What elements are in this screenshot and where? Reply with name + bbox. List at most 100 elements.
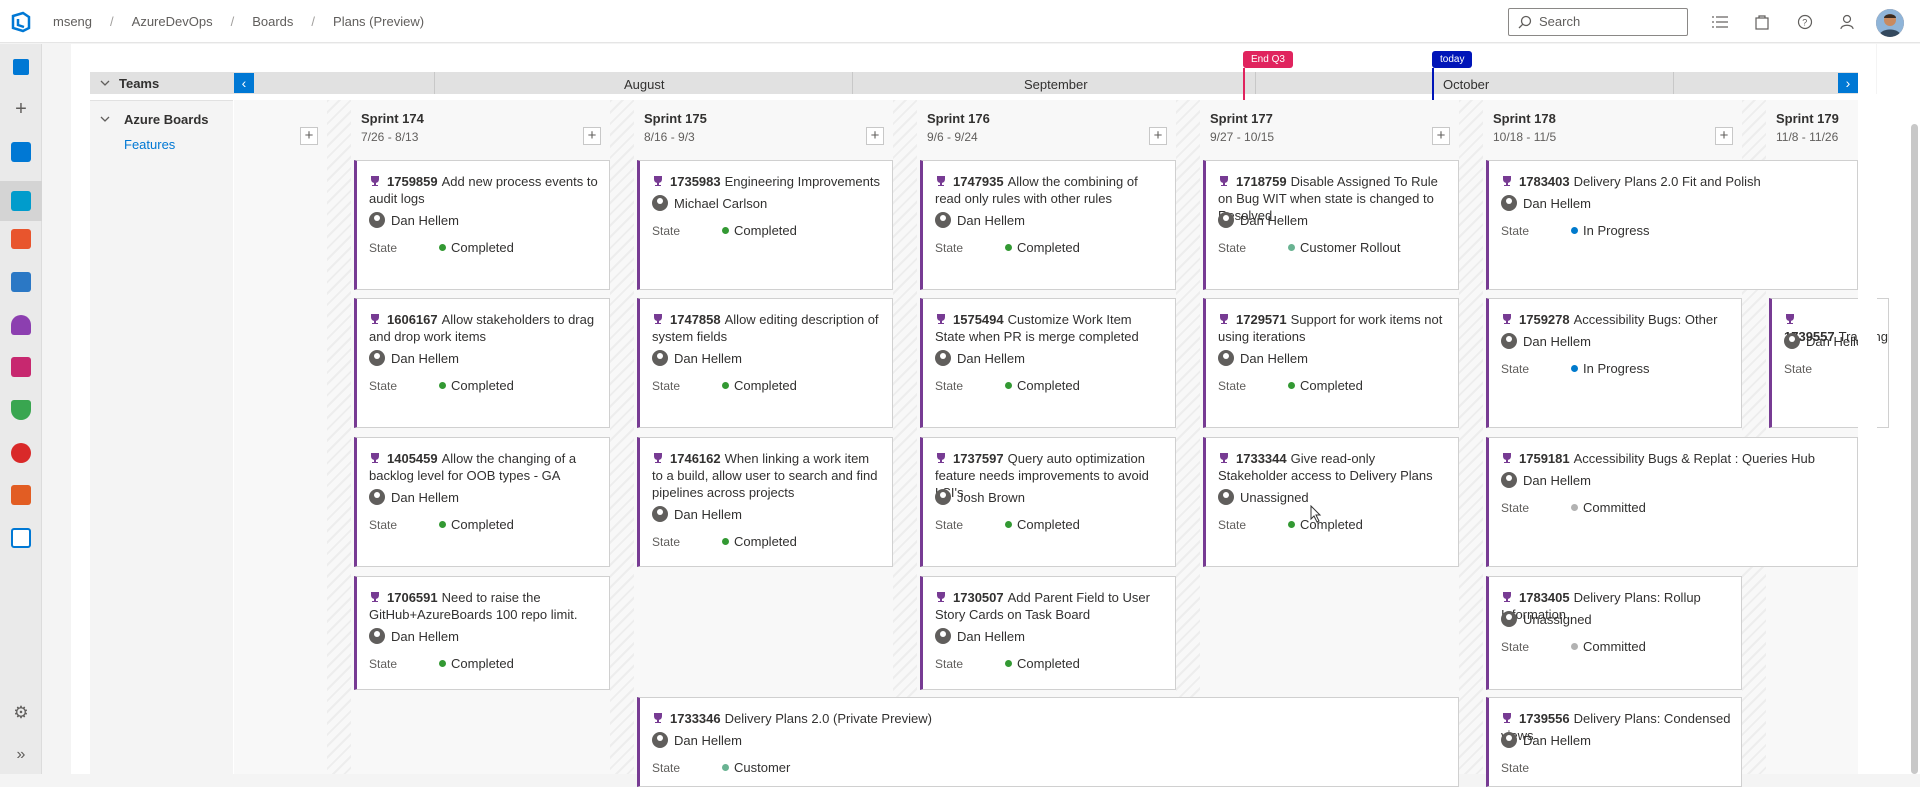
work-item-title[interactable]: 1746162 When linking a work item to a bui… <box>652 450 882 501</box>
work-item-title[interactable]: 1747858 Allow editing description of syst… <box>652 311 882 345</box>
dashboard-icon[interactable] <box>8 139 34 165</box>
release-icon[interactable] <box>8 440 34 466</box>
boards-icon[interactable] <box>0 181 42 221</box>
assignee[interactable]: Dan Hellem <box>1501 472 1591 488</box>
help-icon[interactable]: ? <box>1794 11 1816 33</box>
assignee-name: Dan Hellem <box>674 506 742 522</box>
work-item-card[interactable]: 1606167 Allow stakeholders to drag and dr… <box>354 298 610 428</box>
sprint-header: Sprint 178 10/18 - 11/5 <box>1493 111 1556 144</box>
work-item-title[interactable]: 1735983 Engineering Improvements <box>652 173 882 190</box>
breadcrumb-boards[interactable]: Boards <box>252 14 293 29</box>
work-item-card[interactable]: 1759278 Accessibility Bugs: Other Dan Hell… <box>1486 298 1742 428</box>
work-item-card[interactable]: 1747935 Allow the combining of read only … <box>920 160 1176 290</box>
chevron-down-icon[interactable] <box>100 79 110 87</box>
assignee[interactable]: Dan Hellem <box>1218 350 1308 366</box>
assignee[interactable]: Dan Hellem <box>1501 195 1591 211</box>
state-label: State <box>369 657 398 671</box>
assignee[interactable]: Dan Hellem <box>369 212 459 228</box>
work-item-card[interactable]: 1718759 Disable Assigned To Rule on Bug W… <box>1203 160 1459 290</box>
work-item-card[interactable]: 1759859 Add new process events to audit l… <box>354 160 610 290</box>
analytics-icon[interactable] <box>8 482 34 508</box>
work-item-title[interactable]: 1759181 Accessibility Bugs & Replat : Que… <box>1501 450 1847 467</box>
assignee[interactable]: Josh Brown <box>935 489 1025 505</box>
work-item-card[interactable]: 1747858 Allow editing description of syst… <box>637 298 893 428</box>
assignee[interactable]: Dan Helle <box>1784 333 1863 349</box>
assignee[interactable]: Dan Hellem <box>652 732 742 748</box>
work-item-card[interactable]: 1733344 Give read-only Stakeholder access… <box>1203 437 1459 567</box>
assignee[interactable]: Unassigned <box>1218 489 1309 505</box>
work-item-title[interactable]: 1783403 Delivery Plans 2.0 Fit and Polish <box>1501 173 1847 190</box>
shopping-bag-icon[interactable] <box>1751 11 1773 33</box>
add-item-button[interactable]: + <box>1149 127 1167 145</box>
assignee[interactable]: Dan Hellem <box>369 350 459 366</box>
artifacts-icon[interactable] <box>8 354 34 380</box>
add-item-button[interactable]: + <box>300 127 318 145</box>
list-icon[interactable] <box>1709 11 1731 33</box>
search-input[interactable]: Search <box>1508 8 1688 36</box>
user-settings-icon[interactable] <box>1837 11 1859 33</box>
work-item-title[interactable]: 1759278 Accessibility Bugs: Other <box>1501 311 1731 328</box>
add-item-button[interactable]: + <box>583 127 601 145</box>
work-item-title[interactable]: 1575494 Customize Work Item State when PR… <box>935 311 1165 345</box>
work-item-title[interactable]: 1706591 Need to raise the GitHub+AzureBoa… <box>369 589 599 623</box>
state-label: State <box>1218 518 1247 532</box>
work-item-card[interactable]: 1783405 Delivery Plans: Rollup Informatio… <box>1486 576 1742 690</box>
security-icon[interactable] <box>8 397 34 423</box>
breadcrumb-project[interactable]: AzureDevOps <box>132 14 213 29</box>
person-icon <box>935 350 951 366</box>
work-item-title[interactable]: 1729571 Support for work items not using … <box>1218 311 1448 345</box>
pipelines-icon[interactable] <box>8 269 34 295</box>
repos-icon[interactable] <box>8 226 34 252</box>
assignee[interactable]: Dan Hellem <box>652 350 742 366</box>
work-item-title[interactable]: 1405459 Allow the changing of a backlog l… <box>369 450 599 484</box>
assignee[interactable]: Michael Carlson <box>652 195 767 211</box>
assignee[interactable]: Dan Hellem <box>1218 212 1308 228</box>
breadcrumb-plans[interactable]: Plans (Preview) <box>333 14 424 29</box>
work-item-title[interactable]: 1733346 Delivery Plans 2.0 (Private Previ… <box>652 710 1448 727</box>
chevron-down-icon[interactable] <box>100 115 110 123</box>
work-item-card[interactable]: 1746162 When linking a work item to a bui… <box>637 437 893 567</box>
sprint-gutter <box>1176 100 1200 774</box>
assignee[interactable]: Dan Hellem <box>935 350 1025 366</box>
work-item-title[interactable]: 1733344 Give read-only Stakeholder access… <box>1218 450 1448 484</box>
work-item-card[interactable]: 1405459 Allow the changing of a backlog l… <box>354 437 610 567</box>
work-item-title[interactable]: 1747935 Allow the combining of read only … <box>935 173 1165 207</box>
trophy-icon <box>1503 453 1511 463</box>
breadcrumb-org[interactable]: mseng <box>53 14 92 29</box>
work-item-title[interactable]: 1759859 Add new process events to audit l… <box>369 173 599 207</box>
work-item-title[interactable]: 1730507 Add Parent Field to User Story Ca… <box>935 589 1165 623</box>
flow-icon[interactable] <box>8 525 34 551</box>
work-item-card[interactable]: 1730507 Add Parent Field to User Story Ca… <box>920 576 1176 690</box>
work-item-card[interactable]: 1575494 Customize Work Item State when PR… <box>920 298 1176 428</box>
assignee[interactable]: Dan Hellem <box>369 489 459 505</box>
end-q3-marker[interactable]: End Q3 <box>1243 51 1293 68</box>
add-icon[interactable]: + <box>8 96 34 122</box>
azure-devops-logo-icon[interactable] <box>10 11 32 33</box>
avatar[interactable] <box>1876 9 1904 37</box>
overview-icon[interactable] <box>8 54 34 80</box>
work-item-card[interactable]: 1706591 Need to raise the GitHub+AzureBoa… <box>354 576 610 690</box>
assignee[interactable]: Unassigned <box>1501 611 1592 627</box>
work-item-card[interactable]: 1729571 Support for work items not using … <box>1203 298 1459 428</box>
settings-icon[interactable]: ⚙ <box>8 700 34 726</box>
timeline-next-button[interactable]: › <box>1838 73 1858 93</box>
today-marker[interactable]: today <box>1432 51 1473 68</box>
work-item-card[interactable]: 1759181 Accessibility Bugs & Replat : Que… <box>1486 437 1858 567</box>
assignee[interactable]: Dan Hellem <box>652 506 742 522</box>
work-item-title[interactable]: 1606167 Allow stakeholders to drag and dr… <box>369 311 599 345</box>
work-item-card[interactable]: 1737597 Query auto optimization feature n… <box>920 437 1176 567</box>
work-item-card[interactable]: 1735983 Engineering Improvements Michael C… <box>637 160 893 290</box>
assignee[interactable]: Dan Hellem <box>935 212 1025 228</box>
team-backlog-link[interactable]: Features <box>124 137 175 152</box>
assignee[interactable]: Dan Hellem <box>1501 333 1591 349</box>
add-item-button[interactable]: + <box>866 127 884 145</box>
add-item-button[interactable]: + <box>1432 127 1450 145</box>
assignee[interactable]: Dan Hellem <box>1501 732 1591 748</box>
timeline-previous-button[interactable]: ‹ <box>234 73 254 93</box>
expand-icon[interactable]: » <box>8 742 34 768</box>
work-item-card[interactable]: 1783403 Delivery Plans 2.0 Fit and Polish… <box>1486 160 1858 290</box>
add-item-button[interactable]: + <box>1715 127 1733 145</box>
assignee[interactable]: Dan Hellem <box>935 628 1025 644</box>
test-plans-icon[interactable] <box>8 312 34 338</box>
assignee[interactable]: Dan Hellem <box>369 628 459 644</box>
